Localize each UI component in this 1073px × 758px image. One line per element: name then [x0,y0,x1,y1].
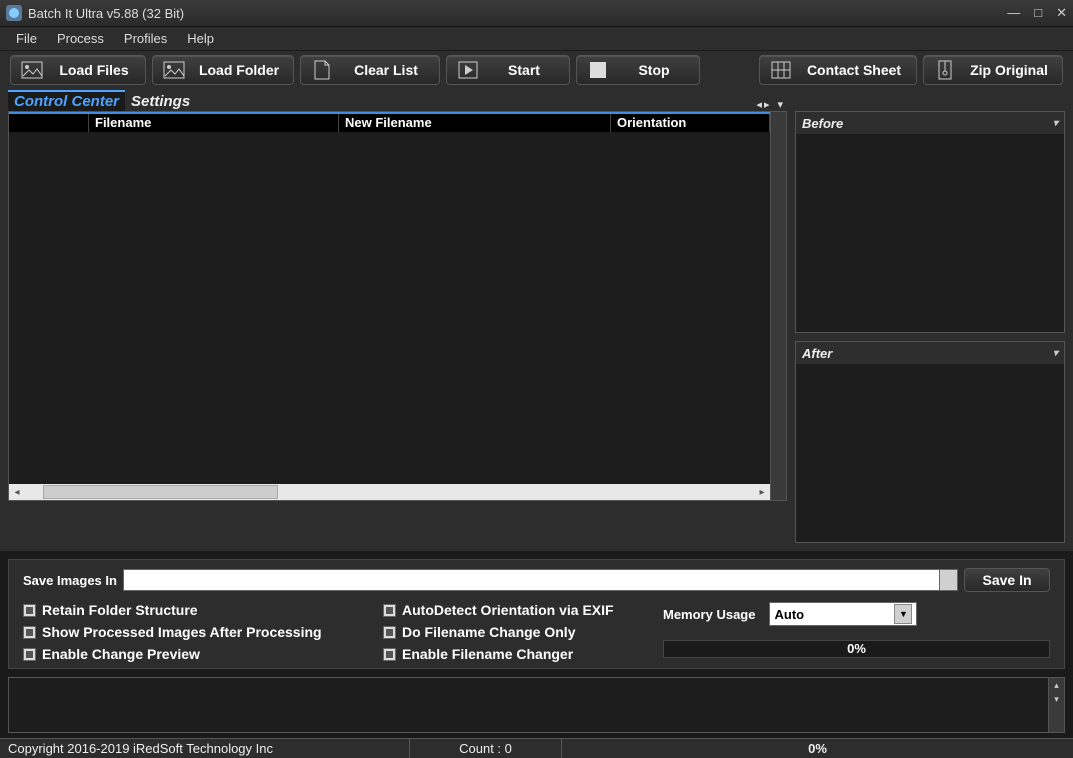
preview-before-panel: Before ▾ [795,111,1065,333]
main-tabs: Control Center Settings ◂ ▸ ▾ [8,89,787,111]
enable-filename-changer-checkbox[interactable]: Enable Filename Changer [383,646,643,662]
show-processed-checkbox[interactable]: Show Processed Images After Processing [23,624,363,640]
scroll-down-icon[interactable]: ▾ [1049,692,1064,706]
file-grid: Filename New Filename Orientation ◂ ▸ [8,111,787,501]
stop-button[interactable]: Stop [576,55,700,85]
grid-col-filename[interactable]: Filename [89,114,339,132]
menu-process[interactable]: Process [49,29,112,48]
memory-usage-select[interactable]: Auto ▼ [769,602,917,626]
grid-body[interactable] [9,132,770,484]
autodetect-orientation-checkbox[interactable]: AutoDetect Orientation via EXIF [383,602,643,618]
memory-usage-label: Memory Usage [663,607,755,622]
save-in-button[interactable]: Save In [964,568,1050,592]
image-icon [21,60,43,80]
tab-menu-icon[interactable]: ▾ [777,98,783,111]
preview-after-body [796,364,1064,542]
grid-header: Filename New Filename Orientation [9,112,770,132]
status-bar: Copyright 2016-2019 iRedSoft Technology … [0,738,1073,758]
preview-before-title: Before [802,116,843,131]
tab-settings[interactable]: Settings [125,92,196,111]
status-progress: 0% [562,739,1073,758]
menu-profiles[interactable]: Profiles [116,29,175,48]
minimize-button[interactable]: — [1007,5,1020,21]
status-count: Count : 0 [410,739,562,758]
grid-col-new-filename[interactable]: New Filename [339,114,611,132]
tab-control-center[interactable]: Control Center [8,90,125,111]
grid-icon [770,60,792,80]
save-images-in-label: Save Images In [23,573,117,588]
tab-next-icon[interactable]: ▸ [764,98,770,111]
memory-progress-bar: 0% [663,640,1050,658]
chevron-down-icon: ▼ [894,604,912,624]
save-path-input[interactable] [123,569,940,591]
log-panel: ▴ ▾ [8,677,1065,733]
log-scrollbar[interactable]: ▴ ▾ [1048,678,1064,732]
filename-change-only-checkbox[interactable]: Do Filename Change Only [383,624,643,640]
grid-horizontal-scrollbar[interactable]: ◂ ▸ [9,484,770,500]
play-icon [457,60,479,80]
grid-col-orientation[interactable]: Orientation [611,114,770,132]
scroll-left-icon[interactable]: ◂ [9,484,25,500]
load-folder-button[interactable]: Load Folder [152,55,294,85]
maximize-button[interactable]: □ [1034,5,1042,21]
preview-after-panel: After ▾ [795,341,1065,543]
menu-bar: File Process Profiles Help [0,27,1073,51]
clear-list-button[interactable]: Clear List [300,55,440,85]
tab-prev-icon[interactable]: ◂ [756,98,762,111]
app-icon [6,5,22,21]
save-path-dropdown[interactable] [940,569,958,591]
toolbar: Load Files Load Folder Clear List Start … [0,51,1073,89]
title-bar: Batch It Ultra v5.88 (32 Bit) — □ ✕ [0,0,1073,27]
chevron-down-icon[interactable]: ▾ [1053,118,1058,129]
grid-vertical-scrollbar[interactable] [770,112,786,500]
contact-sheet-button[interactable]: Contact Sheet [759,55,917,85]
zip-icon [934,60,956,80]
zip-original-button[interactable]: Zip Original [923,55,1063,85]
options-panel: Save Images In Save In Retain Folder Str… [8,559,1065,669]
scroll-thumb[interactable] [43,485,278,499]
start-button[interactable]: Start [446,55,570,85]
grid-col-handle[interactable] [9,114,89,132]
scroll-up-icon[interactable]: ▴ [1049,678,1064,692]
load-files-button[interactable]: Load Files [10,55,146,85]
menu-help[interactable]: Help [179,29,222,48]
preview-after-title: After [802,346,832,361]
window-title: Batch It Ultra v5.88 (32 Bit) [28,6,1007,21]
enable-change-preview-checkbox[interactable]: Enable Change Preview [23,646,363,662]
close-button[interactable]: ✕ [1056,5,1067,21]
menu-file[interactable]: File [8,29,45,48]
retain-folder-checkbox[interactable]: Retain Folder Structure [23,602,363,618]
stop-icon [587,60,609,80]
preview-before-body [796,134,1064,332]
folder-image-icon [163,60,185,80]
scroll-right-icon[interactable]: ▸ [754,484,770,500]
document-icon [311,60,333,80]
chevron-down-icon[interactable]: ▾ [1053,348,1058,359]
status-copyright: Copyright 2016-2019 iRedSoft Technology … [0,739,410,758]
